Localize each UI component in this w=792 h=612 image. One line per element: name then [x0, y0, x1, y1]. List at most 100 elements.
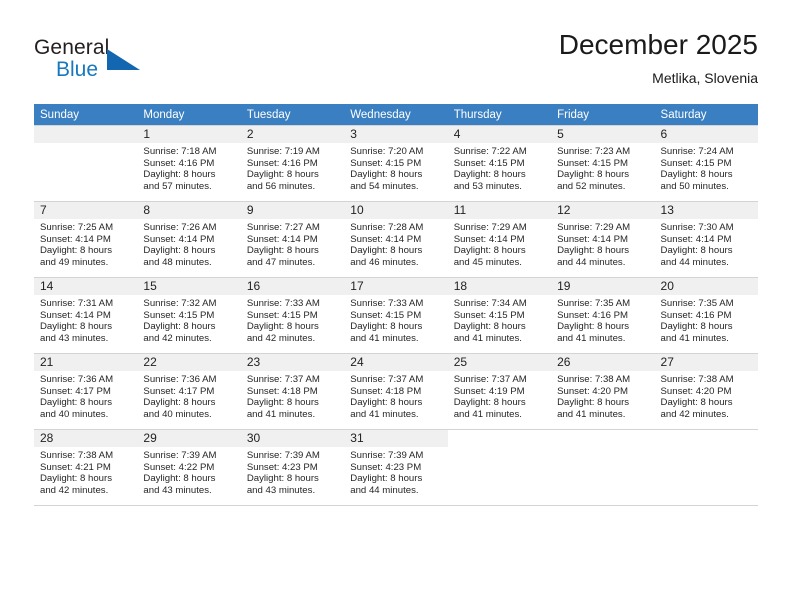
- day-details: Sunrise: 7:23 AM Sunset: 4:15 PM Daylight:…: [551, 143, 654, 192]
- day-number: 1: [137, 126, 241, 143]
- sunset-text: Sunset: 4:14 PM: [143, 233, 215, 245]
- day-number: 4: [447, 126, 552, 143]
- daylight-text-line2: and 41 minutes.: [557, 332, 626, 344]
- calendar-day-cell[interactable]: 13 Sunrise: 7:30 AM Sunset: 4:14 PM Dayligh…: [654, 201, 758, 278]
- calendar-day-cell[interactable]: 15 Sunrise: 7:32 AM Sunset: 4:15 PM Dayligh…: [137, 277, 241, 354]
- day-details: Sunrise: 7:19 AM Sunset: 4:16 PM Daylight:…: [241, 143, 344, 192]
- calendar-day-cell[interactable]: 24 Sunrise: 7:37 AM Sunset: 4:18 PM Dayligh…: [344, 353, 448, 430]
- calendar-day-cell[interactable]: 8 Sunrise: 7:26 AM Sunset: 4:14 PM Daylight…: [137, 201, 241, 278]
- calendar-day-cell[interactable]: 9 Sunrise: 7:27 AM Sunset: 4:14 PM Daylight…: [240, 201, 345, 278]
- weekday-header-thursday: Thursday: [447, 104, 552, 126]
- sunrise-text: Sunrise: 7:33 AM: [350, 298, 424, 309]
- calendar-day-cell[interactable]: 31 Sunrise: 7:39 AM Sunset: 4:23 PM Dayligh…: [344, 429, 448, 506]
- daylight-text-line1: Daylight: 8 hours: [453, 321, 526, 333]
- calendar-day-cell[interactable]: 19 Sunrise: 7:35 AM Sunset: 4:16 PM Dayligh…: [551, 277, 655, 354]
- brand-name-general: General: [34, 36, 110, 59]
- day-details: Sunrise: 7:20 AM Sunset: 4:15 PM Daylight:…: [344, 143, 447, 192]
- calendar-day-cell[interactable]: 4 Sunrise: 7:22 AM Sunset: 4:15 PM Daylight…: [447, 125, 552, 202]
- calendar-body: 1 Sunrise: 7:18 AM Sunset: 4:16 PM Daylight…: [34, 125, 758, 506]
- calendar-cell-inner: 1 Sunrise: 7:18 AM Sunset: 4:16 PM Daylight…: [137, 126, 241, 201]
- calendar-day-cell[interactable]: 26 Sunrise: 7:38 AM Sunset: 4:20 PM Dayligh…: [551, 353, 655, 430]
- calendar-cell-inner: 23 Sunrise: 7:37 AM Sunset: 4:18 PM Dayligh…: [240, 354, 345, 429]
- calendar-day-cell[interactable]: 25 Sunrise: 7:37 AM Sunset: 4:19 PM Dayligh…: [447, 353, 552, 430]
- calendar-day-cell[interactable]: 30 Sunrise: 7:39 AM Sunset: 4:23 PM Dayligh…: [240, 429, 345, 506]
- calendar-cell-inner: 21 Sunrise: 7:36 AM Sunset: 4:17 PM Dayligh…: [34, 354, 138, 429]
- day-number: 14: [34, 278, 138, 295]
- calendar-day-cell[interactable]: 6 Sunrise: 7:24 AM Sunset: 4:15 PM Daylight…: [654, 125, 758, 202]
- calendar-day-cell[interactable]: 21 Sunrise: 7:36 AM Sunset: 4:17 PM Dayligh…: [34, 353, 138, 430]
- page-title: December 2025: [558, 29, 758, 60]
- day-number: 29: [137, 430, 241, 447]
- calendar-day-cell[interactable]: 23 Sunrise: 7:37 AM Sunset: 4:18 PM Dayligh…: [240, 353, 345, 430]
- daylight-text-line1: Daylight: 8 hours: [246, 321, 319, 333]
- brand-logo[interactable]: General Blue: [34, 36, 164, 88]
- calendar-cell-inner: 9 Sunrise: 7:27 AM Sunset: 4:14 PM Daylight…: [240, 202, 345, 277]
- day-number: 18: [447, 278, 552, 295]
- calendar-day-cell[interactable]: 14 Sunrise: 7:31 AM Sunset: 4:14 PM Dayligh…: [34, 277, 138, 354]
- sunset-text: Sunset: 4:14 PM: [40, 233, 111, 245]
- day-details: Sunrise: 7:34 AM Sunset: 4:15 PM Daylight:…: [448, 295, 551, 344]
- daylight-text-line2: and 56 minutes.: [246, 180, 316, 192]
- sunrise-text: Sunrise: 7:37 AM: [350, 374, 424, 385]
- daylight-text-line2: and 41 minutes.: [660, 332, 729, 344]
- day-details: Sunrise: 7:32 AM Sunset: 4:15 PM Daylight:…: [137, 295, 240, 344]
- daylight-text-line1: Daylight: 8 hours: [246, 397, 319, 409]
- calendar-day-cell[interactable]: 27 Sunrise: 7:38 AM Sunset: 4:20 PM Dayligh…: [654, 353, 758, 430]
- weekday-header-saturday: Saturday: [654, 104, 758, 126]
- calendar-day-cell[interactable]: 5 Sunrise: 7:23 AM Sunset: 4:15 PM Daylight…: [551, 125, 655, 202]
- day-number: 10: [344, 202, 448, 219]
- calendar-day-cell[interactable]: 16 Sunrise: 7:33 AM Sunset: 4:15 PM Dayligh…: [240, 277, 345, 354]
- sunset-text: Sunset: 4:15 PM: [453, 309, 525, 321]
- calendar-cell-inner: [551, 430, 655, 505]
- brand-name-blue: Blue: [56, 58, 99, 81]
- sunrise-text: Sunrise: 7:28 AM: [350, 222, 424, 233]
- daylight-text-line1: Daylight: 8 hours: [143, 169, 216, 181]
- daylight-text-line2: and 45 minutes.: [453, 256, 522, 268]
- day-number: 11: [447, 202, 552, 219]
- daylight-text-line2: and 41 minutes.: [557, 408, 626, 420]
- day-number: 31: [344, 430, 448, 447]
- calendar-day-cell[interactable]: 7 Sunrise: 7:25 AM Sunset: 4:14 PM Daylight…: [34, 201, 138, 278]
- sunset-text: Sunset: 4:15 PM: [557, 157, 629, 169]
- sunset-text: Sunset: 4:14 PM: [246, 233, 318, 245]
- daylight-text-line1: Daylight: 8 hours: [143, 321, 216, 333]
- day-number: 3: [344, 126, 448, 143]
- calendar-day-cell[interactable]: 1 Sunrise: 7:18 AM Sunset: 4:16 PM Daylight…: [137, 125, 241, 202]
- calendar-cell-inner: [34, 126, 138, 201]
- sunrise-text: Sunrise: 7:23 AM: [557, 146, 631, 157]
- daylight-text-line2: and 43 minutes.: [246, 484, 316, 496]
- day-number: 6: [654, 126, 758, 143]
- calendar-day-cell[interactable]: 10 Sunrise: 7:28 AM Sunset: 4:14 PM Dayligh…: [344, 201, 448, 278]
- calendar-cell-inner: 6 Sunrise: 7:24 AM Sunset: 4:15 PM Daylight…: [654, 126, 758, 201]
- calendar-day-cell[interactable]: 22 Sunrise: 7:36 AM Sunset: 4:17 PM Dayligh…: [137, 353, 241, 430]
- day-number: 13: [654, 202, 758, 219]
- calendar-cell-inner: 27 Sunrise: 7:38 AM Sunset: 4:20 PM Dayligh…: [654, 354, 758, 429]
- calendar-cell-inner: [447, 430, 552, 505]
- calendar-week-row: 7 Sunrise: 7:25 AM Sunset: 4:14 PM Daylight…: [34, 201, 758, 278]
- calendar-day-cell[interactable]: 2 Sunrise: 7:19 AM Sunset: 4:16 PM Daylight…: [240, 125, 345, 202]
- sunrise-text: Sunrise: 7:39 AM: [246, 450, 320, 461]
- calendar-day-cell[interactable]: 29 Sunrise: 7:39 AM Sunset: 4:22 PM Dayligh…: [137, 429, 241, 506]
- sunrise-text: Sunrise: 7:39 AM: [350, 450, 424, 461]
- calendar-day-cell[interactable]: 12 Sunrise: 7:29 AM Sunset: 4:14 PM Dayligh…: [551, 201, 655, 278]
- calendar-day-cell[interactable]: 17 Sunrise: 7:33 AM Sunset: 4:15 PM Dayligh…: [344, 277, 448, 354]
- calendar-cell-inner: 5 Sunrise: 7:23 AM Sunset: 4:15 PM Daylight…: [551, 126, 655, 201]
- weekday-header-monday: Monday: [137, 104, 241, 126]
- calendar-cell-inner: 16 Sunrise: 7:33 AM Sunset: 4:15 PM Dayligh…: [240, 278, 345, 353]
- day-details: Sunrise: 7:22 AM Sunset: 4:15 PM Daylight:…: [448, 143, 551, 192]
- sunset-text: Sunset: 4:20 PM: [660, 385, 732, 397]
- weekday-header-friday: Friday: [551, 104, 655, 126]
- day-number: 12: [551, 202, 655, 219]
- calendar-day-cell[interactable]: 3 Sunrise: 7:20 AM Sunset: 4:15 PM Daylight…: [344, 125, 448, 202]
- sunset-text: Sunset: 4:14 PM: [350, 233, 422, 245]
- sunrise-text: Sunrise: 7:36 AM: [40, 374, 114, 385]
- daylight-text-line2: and 44 minutes.: [350, 484, 419, 496]
- sunrise-text: Sunrise: 7:25 AM: [40, 222, 114, 233]
- day-details: Sunrise: 7:24 AM Sunset: 4:15 PM Daylight:…: [655, 143, 758, 192]
- calendar-day-cell[interactable]: 20 Sunrise: 7:35 AM Sunset: 4:16 PM Dayligh…: [654, 277, 758, 354]
- calendar-day-cell[interactable]: 28 Sunrise: 7:38 AM Sunset: 4:21 PM Dayligh…: [34, 429, 138, 506]
- calendar-day-cell[interactable]: 18 Sunrise: 7:34 AM Sunset: 4:15 PM Dayligh…: [447, 277, 552, 354]
- sunset-text: Sunset: 4:15 PM: [350, 309, 422, 321]
- calendar-week-row: 14 Sunrise: 7:31 AM Sunset: 4:14 PM Dayligh…: [34, 277, 758, 354]
- calendar-day-cell[interactable]: 11 Sunrise: 7:29 AM Sunset: 4:14 PM Dayligh…: [447, 201, 552, 278]
